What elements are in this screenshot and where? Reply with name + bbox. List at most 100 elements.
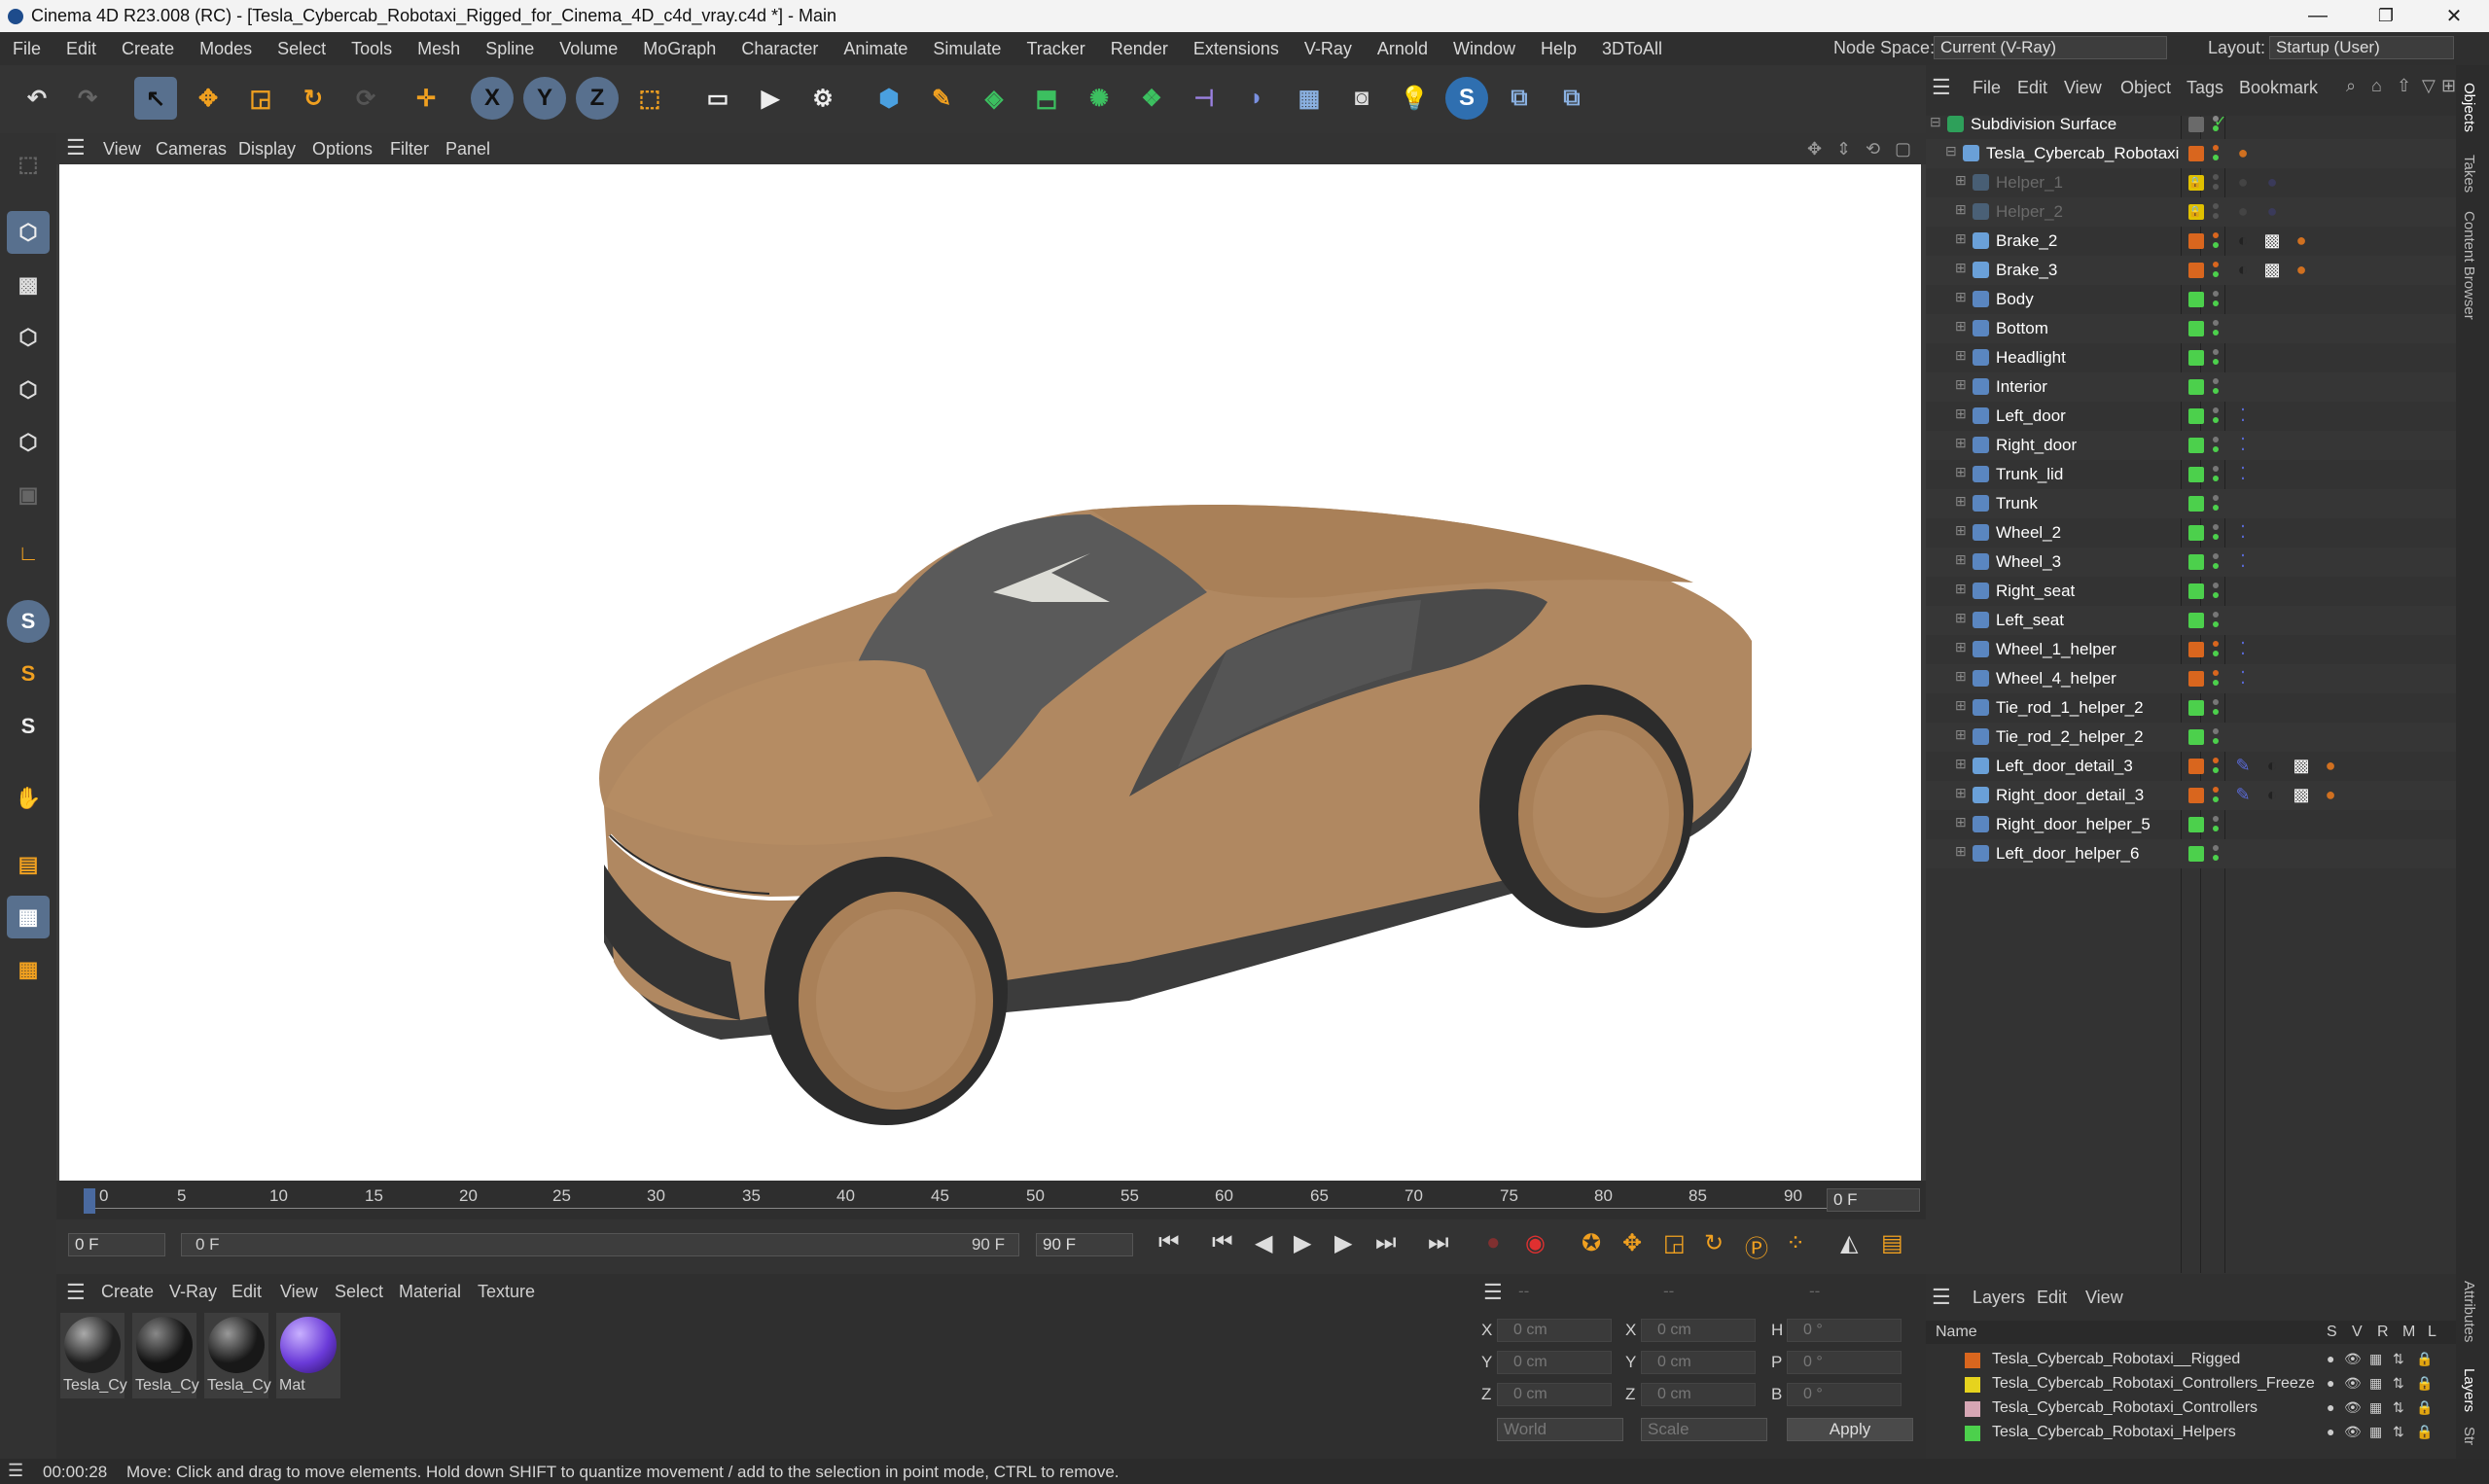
editor-visibility-dot[interactable] xyxy=(2213,232,2219,238)
coord-scale-dropdown[interactable]: Scale xyxy=(1641,1418,1767,1441)
object-row[interactable]: ⊞ Right_door_helper_5 xyxy=(1926,810,2456,839)
menu-modes[interactable]: Modes xyxy=(187,39,265,59)
obj-menu-view[interactable]: View xyxy=(2064,78,2102,98)
texture-mode-icon[interactable]: ▩ xyxy=(7,264,50,306)
close-button[interactable]: ✕ xyxy=(2420,0,2488,32)
editor-visibility-dot[interactable] xyxy=(2213,378,2219,384)
snap-workplane-icon[interactable]: S xyxy=(7,705,50,748)
object-name[interactable]: Right_door_detail_3 xyxy=(1996,786,2144,805)
object-name[interactable]: Helper_2 xyxy=(1996,202,2063,222)
render-view-icon[interactable]: ▶ xyxy=(749,77,792,120)
render-visibility-dot[interactable] xyxy=(2213,476,2219,481)
viewport-zoom-icon[interactable]: ⇕ xyxy=(1836,139,1851,159)
lock-icon[interactable]: 🔒 xyxy=(2416,1399,2433,1416)
snap-icon[interactable]: S xyxy=(7,600,50,643)
object-row[interactable]: ⊞ Wheel_1_helper ⁚ xyxy=(1926,635,2456,664)
layer-row[interactable]: Tesla_Cybercab_Robotaxi_Controllers_Free… xyxy=(1926,1372,2456,1396)
viewport-menu-options[interactable]: Options xyxy=(312,139,373,159)
expand-icon[interactable]: ⊞ xyxy=(1955,347,1967,364)
z-axis-icon[interactable]: Z xyxy=(576,77,619,120)
obj-menu-tags[interactable]: Tags xyxy=(2187,78,2223,98)
light-icon[interactable]: 💡 xyxy=(1393,77,1436,120)
expand-icon[interactable]: ⊞ xyxy=(1955,289,1967,305)
rot-b-field[interactable]: 0 ° xyxy=(1787,1383,1902,1406)
vray-icon[interactable]: S xyxy=(1445,77,1488,120)
object-name[interactable]: Left_door_helper_6 xyxy=(1996,844,2139,864)
render-visibility-dot[interactable] xyxy=(2213,826,2219,831)
object-name[interactable]: Helper_1 xyxy=(1996,173,2063,193)
render-visibility-dot[interactable] xyxy=(2213,855,2219,861)
object-tag-icon[interactable]: ⁚ xyxy=(2233,639,2253,658)
expand-icon[interactable]: ⊞ xyxy=(1955,668,1967,685)
menu-create[interactable]: Create xyxy=(109,39,187,59)
lock-icon[interactable]: 🔒 xyxy=(2416,1375,2433,1392)
pos-z-field[interactable]: 0 cm xyxy=(1497,1383,1612,1406)
menu-tools[interactable]: Tools xyxy=(338,39,405,59)
object-row[interactable]: ⊞ Right_door_detail_3 ✎ ◐ ▩ ● xyxy=(1926,781,2456,810)
layer-color-swatch[interactable] xyxy=(2188,759,2204,774)
timeline-ruler[interactable]: 0 5 10 15 20 25 30 35 40 45 50 55 60 65 … xyxy=(56,1181,1926,1219)
keyframe-selection-icon[interactable]: ✪ xyxy=(1582,1229,1601,1257)
object-row[interactable]: ⊞ Right_seat xyxy=(1926,577,2456,606)
menu-render[interactable]: Render xyxy=(1098,39,1181,59)
object-tag-icon[interactable]: ▩ xyxy=(2262,260,2282,279)
object-row[interactable]: ⊞ Wheel_2 ⁚ xyxy=(1926,518,2456,548)
obj-menu-object[interactable]: Object xyxy=(2120,78,2171,98)
object-tag-icon[interactable]: ● xyxy=(2262,172,2282,192)
editor-visibility-dot[interactable] xyxy=(2213,262,2219,267)
model-mode-icon[interactable]: ⬡ xyxy=(7,211,50,254)
layer-name[interactable]: Tesla_Cybercab_Robotaxi_Controllers_Free… xyxy=(1992,1375,2315,1393)
object-name[interactable]: Subdivision Surface xyxy=(1971,115,2116,134)
object-name[interactable]: Body xyxy=(1996,290,2034,309)
viewport-pan-icon[interactable]: ✥ xyxy=(1807,139,1822,159)
coords-hamburger-icon[interactable]: ☰ xyxy=(1483,1280,1503,1305)
render-visibility-dot[interactable] xyxy=(2213,300,2219,306)
expand-icon[interactable]: ⊞ xyxy=(1955,756,1967,772)
menu-help[interactable]: Help xyxy=(1528,39,1589,59)
visibility-icon[interactable]: 👁 xyxy=(2344,1351,2362,1367)
object-tag-icon[interactable]: ● xyxy=(2233,143,2253,162)
solo-icon[interactable]: ● xyxy=(2327,1424,2334,1439)
layer-color-swatch[interactable] xyxy=(2188,350,2204,366)
size-x-field[interactable]: 0 cm xyxy=(1641,1319,1756,1342)
expand-icon[interactable]: ⊞ xyxy=(1955,230,1967,247)
object-name[interactable]: Brake_3 xyxy=(1996,261,2057,280)
object-name[interactable]: Tie_rod_2_helper_2 xyxy=(1996,727,2144,747)
object-row[interactable]: ⊞ Helper_1 🔒 ● ● xyxy=(1926,168,2456,197)
render-visibility-dot[interactable] xyxy=(2213,388,2219,394)
cube-icon[interactable]: ⬢ xyxy=(868,77,910,120)
render-visibility-dot[interactable] xyxy=(2213,446,2219,452)
material-swatch[interactable]: Tesla_Cy xyxy=(204,1313,271,1398)
layer-color-swatch[interactable] xyxy=(2188,146,2204,161)
viewport-toggle-icon[interactable]: ▢ xyxy=(1895,139,1911,159)
object-name[interactable]: Left_door_detail_3 xyxy=(1996,757,2133,776)
manager-icon[interactable]: ⇅ xyxy=(2393,1424,2404,1440)
layer-row[interactable]: Tesla_Cybercab_Robotaxi_Controllers ● 👁 ▦ ⇅ 🔒 xyxy=(1926,1396,2456,1421)
object-name[interactable]: Left_door xyxy=(1996,406,2066,426)
menu-animate[interactable]: Animate xyxy=(831,39,920,59)
render-visibility-dot[interactable] xyxy=(2213,213,2219,219)
object-name[interactable]: Right_door xyxy=(1996,436,2077,455)
expand-icon[interactable]: ⊞ xyxy=(1955,785,1967,801)
object-tag-icon[interactable]: ⁚ xyxy=(2233,435,2253,454)
up-icon[interactable]: ⇧ xyxy=(2397,76,2411,96)
home-icon[interactable]: ⌂ xyxy=(2371,76,2382,96)
recent-tool-icon[interactable]: ⟳ xyxy=(344,77,387,120)
render-icon[interactable]: ▦ xyxy=(2369,1351,2382,1367)
rotate-tool-icon[interactable]: ↻ xyxy=(292,77,335,120)
object-name[interactable]: Tie_rod_1_helper_2 xyxy=(1996,698,2144,718)
layer-color-swatch[interactable] xyxy=(2188,438,2204,453)
object-row[interactable]: ⊞ Left_door ⁚ xyxy=(1926,402,2456,431)
render-visibility-dot[interactable] xyxy=(2213,271,2219,277)
y-axis-icon[interactable]: Y xyxy=(523,77,566,120)
object-name[interactable]: Trunk_lid xyxy=(1996,465,2063,484)
lock-icon[interactable]: 🔒 xyxy=(2416,1424,2433,1440)
object-name[interactable]: Right_door_helper_5 xyxy=(1996,815,2151,834)
expand-icon[interactable]: ⊞ xyxy=(1955,493,1967,510)
record-icon[interactable]: ● xyxy=(1486,1229,1501,1256)
editor-visibility-dot[interactable] xyxy=(2213,787,2219,793)
maximize-button[interactable]: ❐ xyxy=(2352,0,2420,32)
editor-visibility-dot[interactable] xyxy=(2213,437,2219,442)
rotation-key-icon[interactable]: ↻ xyxy=(1704,1229,1724,1257)
position-key-icon[interactable]: ✥ xyxy=(1622,1229,1642,1257)
